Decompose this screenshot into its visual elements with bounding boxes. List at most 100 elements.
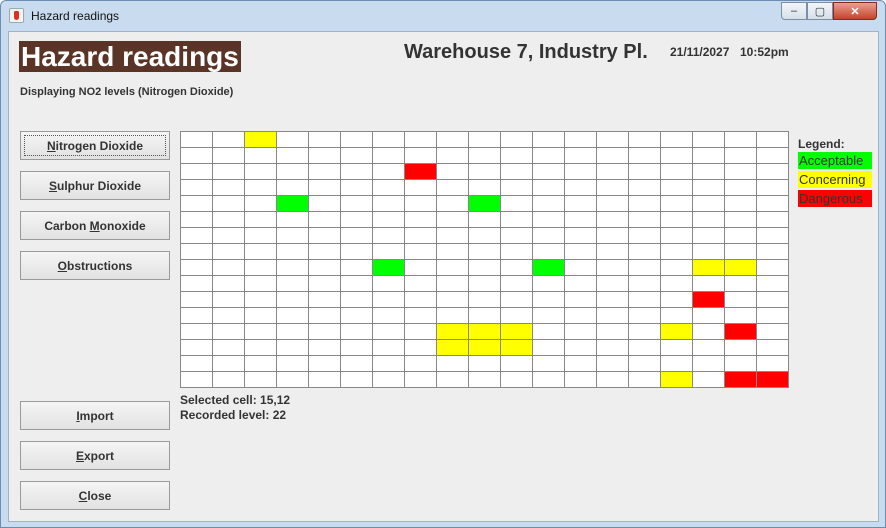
grid-cell[interactable] [437,356,469,372]
grid-cell[interactable] [437,276,469,292]
grid-cell[interactable] [277,228,309,244]
grid-cell[interactable] [757,228,789,244]
grid-cell[interactable] [565,164,597,180]
grid-cell[interactable] [309,356,341,372]
grid-cell[interactable] [757,260,789,276]
grid-cell[interactable] [661,164,693,180]
grid-cell[interactable] [565,276,597,292]
grid-cell[interactable] [693,324,725,340]
grid-cell[interactable] [469,340,501,356]
grid-cell[interactable] [501,276,533,292]
grid-cell[interactable] [213,180,245,196]
grid-cell[interactable] [245,164,277,180]
grid-cell[interactable] [277,212,309,228]
grid-cell[interactable] [533,308,565,324]
grid-cell[interactable] [309,212,341,228]
grid-cell[interactable] [757,244,789,260]
grid-cell[interactable] [661,132,693,148]
grid-cell[interactable] [309,244,341,260]
grid-cell[interactable] [693,180,725,196]
grid-cell[interactable] [725,132,757,148]
grid-cell[interactable] [437,212,469,228]
grid-cell[interactable] [565,244,597,260]
grid-cell[interactable] [661,212,693,228]
grid-cell[interactable] [533,148,565,164]
grid-cell[interactable] [629,308,661,324]
grid-cell[interactable] [533,292,565,308]
grid-cell[interactable] [533,356,565,372]
grid-cell[interactable] [661,196,693,212]
grid-cell[interactable] [661,324,693,340]
grid-cell[interactable] [341,292,373,308]
grid-cell[interactable] [725,164,757,180]
grid-cell[interactable] [629,164,661,180]
grid-cell[interactable] [629,132,661,148]
grid-cell[interactable] [437,148,469,164]
grid-cell[interactable] [341,356,373,372]
grid-cell[interactable] [181,292,213,308]
grid-cell[interactable] [757,164,789,180]
grid-cell[interactable] [341,132,373,148]
grid-cell[interactable] [501,132,533,148]
grid-cell[interactable] [597,260,629,276]
grid-cell[interactable] [469,180,501,196]
grid-cell[interactable] [725,308,757,324]
grid-cell[interactable] [373,164,405,180]
grid-cell[interactable] [661,244,693,260]
grid-cell[interactable] [277,164,309,180]
grid-cell[interactable] [501,324,533,340]
grid-cell[interactable] [437,308,469,324]
grid-cell[interactable] [437,164,469,180]
grid-cell[interactable] [757,196,789,212]
grid-cell[interactable] [341,196,373,212]
grid-cell[interactable] [245,276,277,292]
grid-cell[interactable] [373,180,405,196]
grid-cell[interactable] [245,308,277,324]
grid-cell[interactable] [181,340,213,356]
grid-cell[interactable] [213,244,245,260]
grid-cell[interactable] [725,212,757,228]
grid-cell[interactable] [757,132,789,148]
grid-cell[interactable] [693,196,725,212]
grid-cell[interactable] [181,324,213,340]
grid-cell[interactable] [341,164,373,180]
grid-cell[interactable] [661,372,693,388]
grid-cell[interactable] [277,308,309,324]
grid-cell[interactable] [757,308,789,324]
grid-cell[interactable] [341,260,373,276]
grid-cell[interactable] [373,308,405,324]
grid-cell[interactable] [501,292,533,308]
grid-cell[interactable] [213,292,245,308]
grid-cell[interactable] [405,292,437,308]
grid-cell[interactable] [373,212,405,228]
grid-cell[interactable] [501,212,533,228]
grid-cell[interactable] [565,324,597,340]
grid-cell[interactable] [565,228,597,244]
grid-cell[interactable] [437,372,469,388]
grid-cell[interactable] [629,276,661,292]
grid-cell[interactable] [341,372,373,388]
grid-cell[interactable] [309,276,341,292]
grid-cell[interactable] [213,324,245,340]
grid-cell[interactable] [501,260,533,276]
grid-cell[interactable] [277,372,309,388]
grid-cell[interactable] [405,164,437,180]
grid-cell[interactable] [629,356,661,372]
grid-cell[interactable] [597,228,629,244]
grid-cell[interactable] [469,356,501,372]
grid-cell[interactable] [245,260,277,276]
grid-cell[interactable] [373,196,405,212]
grid-cell[interactable] [181,180,213,196]
grid-cell[interactable] [245,340,277,356]
grid-cell[interactable] [245,244,277,260]
grid-cell[interactable] [469,132,501,148]
grid-cell[interactable] [469,164,501,180]
grid-cell[interactable] [757,372,789,388]
grid-cell[interactable] [277,148,309,164]
maximize-button[interactable]: ▢ [807,2,833,20]
grid-cell[interactable] [373,324,405,340]
grid-cell[interactable] [405,148,437,164]
grid-cell[interactable] [309,308,341,324]
grid-cell[interactable] [309,260,341,276]
grid-cell[interactable] [341,276,373,292]
